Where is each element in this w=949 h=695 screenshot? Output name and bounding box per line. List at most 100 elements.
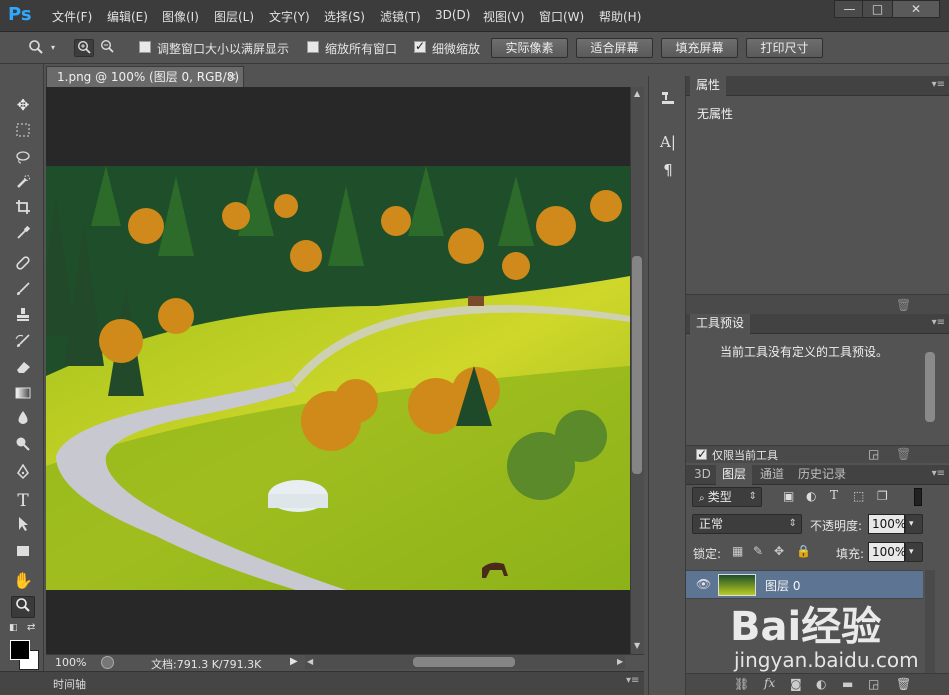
document-image[interactable] — [46, 166, 630, 590]
tab-channels[interactable]: 通道 — [754, 465, 790, 485]
foreground-color-swatch[interactable] — [10, 640, 30, 660]
adjustment-layer-icon[interactable]: ◐ — [816, 677, 826, 691]
tab-history[interactable]: 历史记录 — [792, 465, 852, 485]
layers-panel-menu-icon[interactable]: ▾≡ — [932, 468, 945, 479]
menu-image[interactable]: 图像(I) — [162, 8, 199, 25]
paragraph-panel-icon[interactable]: ¶ — [657, 160, 679, 180]
filter-pixel-icon[interactable]: ▣ — [783, 489, 794, 503]
menu-help[interactable]: 帮助(H) — [599, 8, 641, 25]
menu-window[interactable]: 窗口(W) — [539, 8, 584, 25]
menu-3d[interactable]: 3D(D) — [435, 8, 470, 22]
quick-select-icon[interactable] — [11, 174, 35, 196]
hand-icon[interactable]: ✋ — [11, 570, 35, 592]
zoom-all-windows-checkbox[interactable] — [307, 41, 319, 53]
fill-input[interactable]: 100% — [868, 542, 906, 562]
swap-colors-icon[interactable]: ⇄ — [27, 622, 35, 633]
scroll-up-icon[interactable]: ▲ — [634, 89, 640, 98]
zoom-icon[interactable] — [11, 596, 35, 618]
tab-3d[interactable]: 3D — [688, 465, 717, 485]
eraser-icon[interactable] — [11, 358, 35, 380]
actual-pixels-button[interactable]: 实际像素 — [491, 38, 568, 58]
healing-brush-icon[interactable] — [11, 255, 35, 277]
eyedropper-icon[interactable] — [11, 225, 35, 247]
filter-toggle-switch[interactable] — [914, 488, 922, 506]
tab-layers[interactable]: 图层 — [716, 465, 753, 485]
resize-windows-checkbox[interactable] — [139, 41, 151, 53]
maximize-button[interactable]: □ — [862, 0, 893, 18]
status-menu-icon[interactable]: ▶ — [290, 656, 298, 667]
document-tab[interactable]: 1.png @ 100% (图层 0, RGB/8) × — [46, 66, 244, 87]
zoom-out-icon[interactable] — [97, 39, 117, 57]
type-icon[interactable]: T — [11, 490, 35, 512]
blur-icon[interactable] — [11, 410, 35, 432]
menu-filter[interactable]: 滤镜(T) — [380, 8, 421, 25]
minimize-button[interactable]: — — [834, 0, 865, 18]
menu-view[interactable]: 视图(V) — [483, 8, 525, 25]
tool-presets-scroll-thumb[interactable] — [925, 352, 935, 422]
new-preset-icon[interactable]: ◲ — [868, 447, 879, 461]
new-group-icon[interactable]: ▬ — [842, 677, 853, 691]
link-layers-icon[interactable]: ⛓ — [734, 677, 749, 691]
tab-tool-presets[interactable]: 工具预设 — [690, 314, 751, 334]
close-window-button[interactable]: ✕ — [892, 0, 940, 18]
lock-all-icon[interactable]: 🔒 — [796, 544, 811, 558]
tool-presets-menu-icon[interactable]: ▾≡ — [932, 317, 945, 328]
zoom-level[interactable]: 100% — [55, 656, 86, 669]
tab-properties[interactable]: 属性 — [690, 76, 727, 96]
preset-dropdown-icon[interactable]: ▾ — [46, 39, 60, 57]
opacity-dropdown-icon[interactable]: ▾ — [905, 514, 923, 534]
menu-edit[interactable]: 编辑(E) — [107, 8, 148, 25]
fill-dropdown-icon[interactable]: ▾ — [905, 542, 923, 562]
clone-stamp-icon[interactable] — [11, 307, 35, 329]
timeline-menu-icon[interactable]: ▾≡ — [626, 675, 639, 686]
layer-visibility-eye-icon[interactable]: 👁 — [696, 577, 711, 591]
rectangle-icon[interactable] — [11, 542, 35, 564]
brush-icon[interactable] — [11, 281, 35, 303]
zoom-tool-preset-icon[interactable] — [26, 39, 46, 57]
menu-file[interactable]: 文件(F) — [52, 8, 92, 25]
new-layer-icon[interactable]: ◲ — [868, 677, 879, 691]
fit-screen-button[interactable]: 适合屏幕 — [576, 38, 653, 58]
layer-filter-select[interactable]: ⌕ 类型 ⇕ — [692, 487, 762, 507]
dodge-icon[interactable] — [11, 436, 35, 458]
menu-select[interactable]: 选择(S) — [324, 8, 365, 25]
scroll-down-icon[interactable]: ▼ — [634, 641, 640, 650]
print-size-button[interactable]: 打印尺寸 — [746, 38, 823, 58]
pen-icon[interactable] — [11, 463, 35, 486]
fill-screen-button[interactable]: 填充屏幕 — [661, 38, 738, 58]
delete-layer-icon[interactable]: 🗑 — [896, 677, 911, 691]
filter-adjustment-icon[interactable]: ◐ — [806, 489, 816, 503]
properties-panel-menu-icon[interactable]: ▾≡ — [932, 79, 945, 90]
close-document-icon[interactable]: × — [228, 67, 237, 87]
menu-type[interactable]: 文字(Y) — [269, 8, 310, 25]
timeline-panel-bar[interactable]: 时间轴 ▾≡ — [0, 671, 644, 695]
lasso-icon[interactable] — [11, 148, 35, 170]
status-info-icon[interactable] — [101, 656, 114, 669]
blend-mode-select[interactable]: 正常 ⇕ — [692, 514, 802, 534]
lock-image-icon[interactable]: ✎ — [753, 544, 763, 558]
scrubby-zoom-checkbox[interactable] — [414, 39, 426, 53]
default-colors-icon[interactable]: ◧ — [9, 623, 18, 633]
zoom-in-icon[interactable] — [74, 39, 94, 57]
scroll-left-icon[interactable]: ◀ — [307, 657, 313, 666]
filter-shape-icon[interactable]: ⬚ — [853, 489, 864, 503]
layer-style-fx-icon[interactable]: fx — [764, 676, 775, 690]
properties-panel-icon[interactable] — [657, 90, 679, 110]
menu-layer[interactable]: 图层(L) — [214, 8, 254, 25]
add-mask-icon[interactable]: ◙ — [790, 677, 802, 691]
opacity-input[interactable]: 100% — [868, 514, 906, 534]
filter-type-icon[interactable]: T — [830, 488, 838, 502]
scroll-right-icon[interactable]: ▶ — [617, 657, 623, 666]
history-brush-icon[interactable] — [11, 333, 35, 355]
vertical-scroll-thumb[interactable] — [632, 256, 642, 474]
lock-transparent-icon[interactable]: ▦ — [732, 544, 743, 558]
gradient-icon[interactable] — [11, 384, 35, 406]
path-select-icon[interactable] — [11, 516, 35, 538]
layer-name[interactable]: 图层 0 — [765, 577, 800, 594]
horizontal-scroll-thumb[interactable] — [413, 657, 515, 667]
lock-position-icon[interactable]: ✥ — [774, 544, 784, 558]
crop-icon[interactable] — [11, 199, 35, 221]
character-panel-icon[interactable]: A| — [657, 132, 679, 152]
marquee-icon[interactable] — [11, 121, 35, 143]
move-icon[interactable]: ✥ — [11, 94, 35, 116]
